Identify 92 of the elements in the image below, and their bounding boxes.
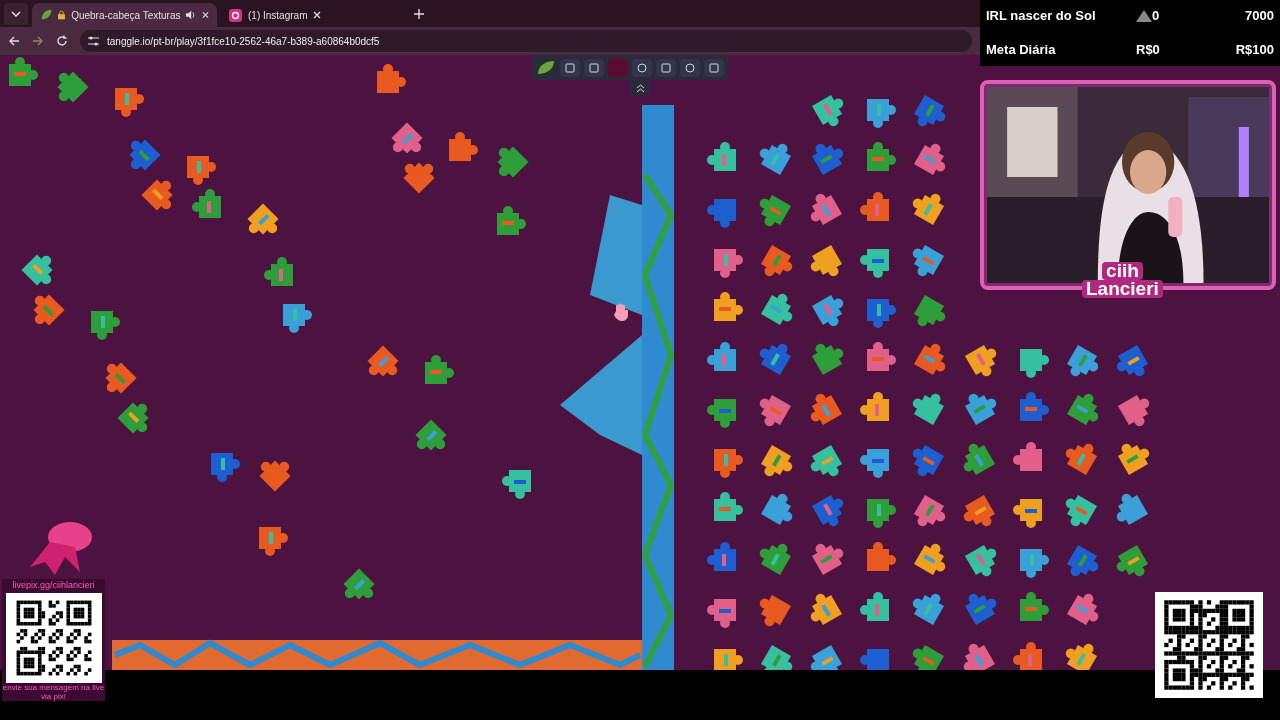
address-bar[interactable]: tanggle.io/pt-br/play/3f1fce10-2562-46a7-b389-a60864b0dcf5 bbox=[80, 30, 972, 52]
browser-tab[interactable]: (1) Instagram bbox=[221, 3, 406, 27]
puzzle-piece[interactable] bbox=[91, 311, 120, 340]
puzzle-piece[interactable] bbox=[860, 449, 889, 478]
sliders-icon bbox=[88, 36, 99, 46]
puzzle-piece[interactable] bbox=[141, 179, 173, 211]
triangle-icon bbox=[1136, 10, 1152, 22]
hand-cursor-icon bbox=[613, 303, 629, 321]
puzzle-piece[interactable] bbox=[283, 304, 312, 333]
chevron-down-icon bbox=[11, 11, 21, 17]
puzzle-piece[interactable] bbox=[211, 453, 240, 482]
puzzle-piece[interactable] bbox=[377, 64, 406, 93]
puzzle-piece[interactable] bbox=[264, 257, 293, 286]
puzzle-piece[interactable] bbox=[247, 203, 279, 235]
goal-label: IRL nascer do Sol bbox=[986, 7, 1097, 26]
forward-icon[interactable] bbox=[32, 35, 44, 47]
puzzle-piece[interactable] bbox=[1020, 392, 1049, 421]
puzzle-piece[interactable] bbox=[867, 142, 896, 171]
goal-current: 0 bbox=[1152, 7, 1161, 26]
puzzle-piece[interactable] bbox=[707, 142, 736, 171]
puzzle-piece[interactable] bbox=[860, 192, 889, 221]
puzzle-piece[interactable] bbox=[415, 419, 447, 451]
tab-list-button[interactable] bbox=[4, 3, 28, 25]
close-icon[interactable] bbox=[202, 11, 209, 19]
puzzle-piece[interactable] bbox=[1020, 349, 1049, 378]
goal-label: Meta Diária bbox=[986, 41, 1057, 60]
goal-target: R$100 bbox=[1235, 41, 1274, 60]
puzzle-piece[interactable] bbox=[497, 206, 526, 235]
goal-current: R$0 bbox=[1136, 41, 1161, 60]
donation-link[interactable]: livepix.gg/ciihlancieri bbox=[12, 579, 95, 593]
puzzle-piece[interactable] bbox=[497, 146, 529, 178]
leaf-icon bbox=[40, 8, 53, 22]
leaf-icon[interactable] bbox=[536, 59, 556, 76]
donation-message: envie sua mensagem na live via pix! bbox=[2, 682, 105, 701]
puzzle-piece[interactable] bbox=[502, 470, 531, 499]
url-text: tanggle.io/pt-br/play/3f1fce10-2562-46a7-b389-a60864b0dcf5 bbox=[107, 34, 380, 49]
puzzle-piece[interactable] bbox=[449, 132, 478, 161]
lock-icon bbox=[58, 10, 66, 20]
puzzle-piece[interactable] bbox=[860, 249, 889, 278]
streamer-name: Lancieri bbox=[1082, 280, 1163, 298]
puzzle-piece[interactable] bbox=[1013, 642, 1042, 670]
puzzle-piece[interactable] bbox=[259, 460, 291, 492]
puzzle-piece[interactable] bbox=[1013, 499, 1042, 528]
goal-target: 7000 bbox=[1245, 7, 1274, 26]
puzzle-piece[interactable] bbox=[403, 162, 435, 194]
puzzle-piece[interactable] bbox=[707, 342, 736, 371]
puzzle-piece[interactable] bbox=[714, 292, 743, 321]
puzzle-piece[interactable] bbox=[33, 294, 65, 326]
puzzle-piece[interactable] bbox=[867, 499, 896, 528]
puzzle-piece[interactable] bbox=[714, 649, 743, 670]
puzzle-piece[interactable] bbox=[867, 299, 896, 328]
browser-tab[interactable]: Quebra-cabeça Texturas bbox=[32, 3, 217, 27]
puzzle-piece[interactable] bbox=[860, 592, 889, 621]
puzzle-piece[interactable] bbox=[105, 362, 137, 394]
puzzle-piece[interactable] bbox=[192, 189, 221, 218]
plus-icon[interactable] bbox=[414, 9, 424, 19]
puzzle-piece[interactable] bbox=[425, 355, 454, 384]
puzzle-piece[interactable] bbox=[117, 402, 149, 434]
puzzle-piece[interactable] bbox=[867, 99, 896, 128]
puzzle-piece[interactable] bbox=[1020, 592, 1049, 621]
puzzle-piece[interactable] bbox=[714, 249, 743, 278]
puzzle-piece[interactable] bbox=[391, 122, 423, 154]
puzzle-piece[interactable] bbox=[9, 57, 38, 86]
puzzle-piece[interactable] bbox=[57, 71, 89, 103]
puzzle-piece[interactable] bbox=[714, 492, 743, 521]
swatch-icon[interactable] bbox=[608, 58, 628, 77]
puzzle-piece[interactable] bbox=[129, 139, 161, 171]
puzzle-piece[interactable] bbox=[714, 449, 743, 478]
chevron-up-icon bbox=[635, 83, 645, 93]
collapse-toolbar-button[interactable] bbox=[630, 80, 650, 96]
puzzle-piece[interactable] bbox=[343, 568, 375, 600]
puzzle-piece[interactable] bbox=[259, 527, 288, 556]
camera-icon bbox=[229, 8, 242, 22]
puzzle-piece[interactable] bbox=[707, 542, 736, 571]
streamer-name: ciih bbox=[1102, 262, 1143, 280]
puzzle-piece[interactable] bbox=[187, 156, 216, 185]
close-icon[interactable] bbox=[313, 11, 322, 19]
puzzle-piece[interactable] bbox=[367, 345, 399, 377]
puzzle-piece[interactable] bbox=[1013, 442, 1042, 471]
puzzle-piece[interactable] bbox=[707, 399, 736, 428]
puzzle-piece[interactable] bbox=[707, 599, 736, 628]
puzzle-piece[interactable] bbox=[115, 88, 144, 117]
back-icon[interactable] bbox=[8, 35, 20, 47]
puzzle-piece[interactable] bbox=[867, 542, 896, 571]
puzzle-piece[interactable] bbox=[1020, 549, 1049, 578]
speaker-icon[interactable] bbox=[186, 10, 197, 20]
tab-title: Quebra-cabeça Texturas bbox=[71, 8, 181, 23]
reload-icon[interactable] bbox=[56, 35, 68, 47]
puzzle-piece[interactable] bbox=[867, 342, 896, 371]
puzzle-piece[interactable] bbox=[21, 254, 53, 286]
tab-title: (1) Instagram bbox=[248, 8, 308, 23]
puzzle-piece[interactable] bbox=[860, 392, 889, 421]
